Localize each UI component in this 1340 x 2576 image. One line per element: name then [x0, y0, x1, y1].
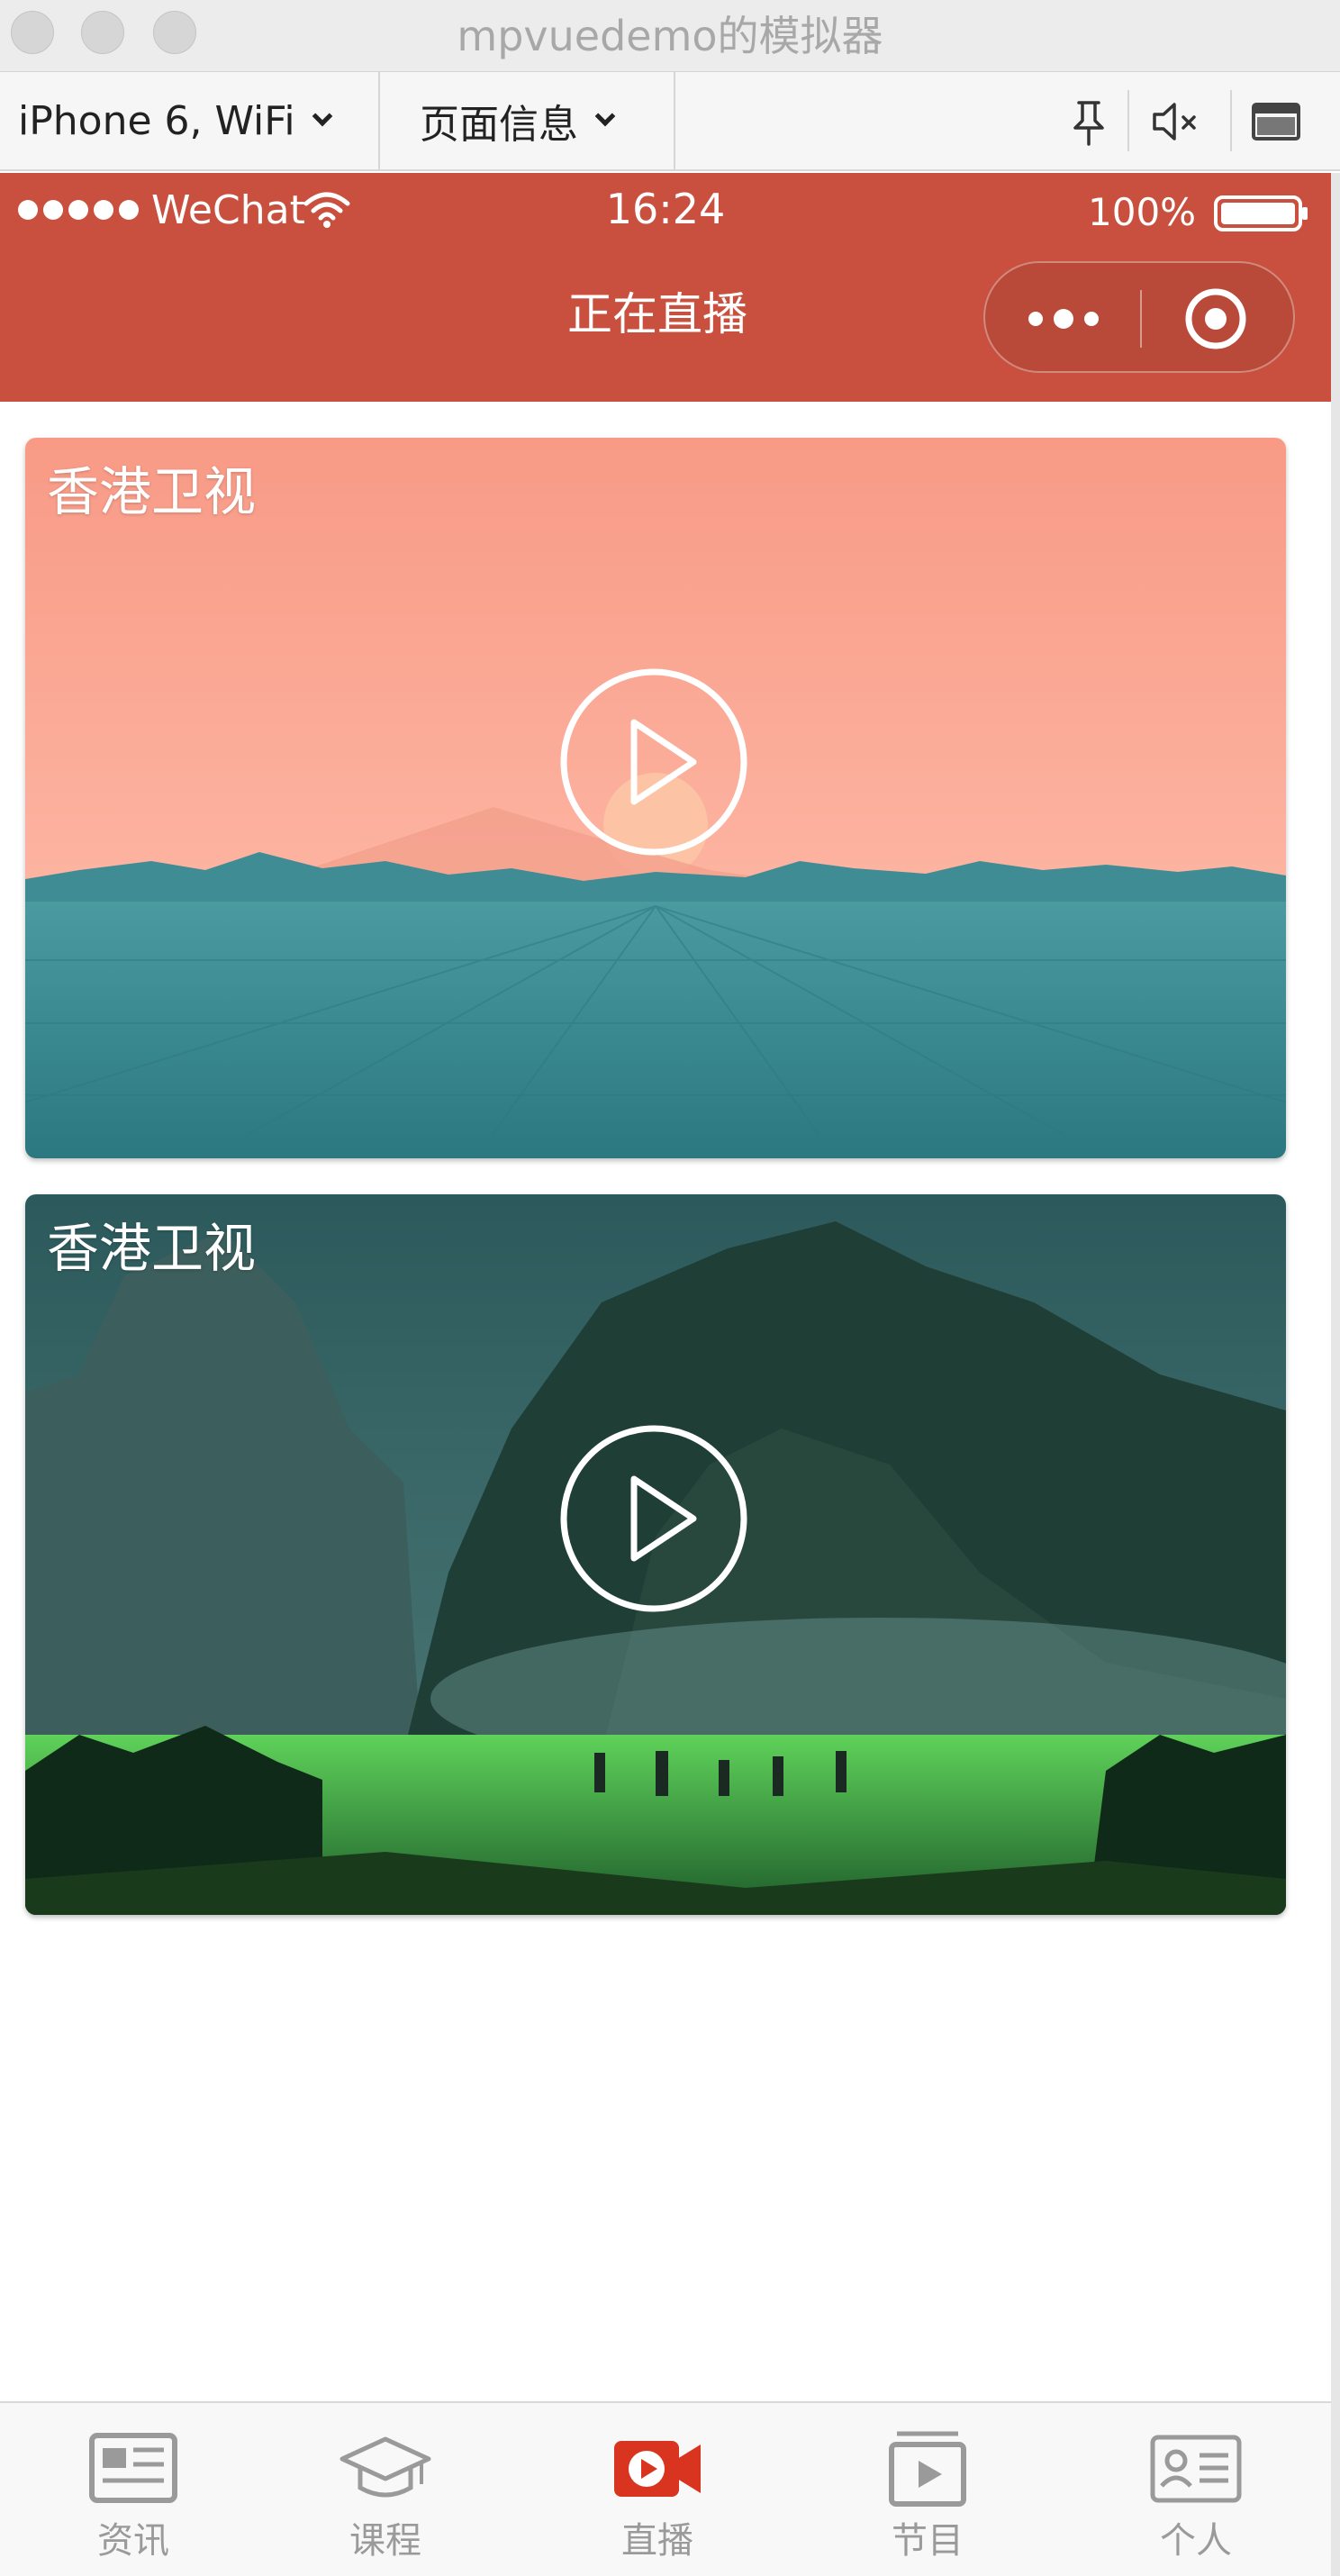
video-camera-icon [614, 2441, 701, 2497]
window-titlebar: mpvuedemo的模拟器 [0, 0, 1340, 72]
simulator-toolbar: iPhone 6, WiFi 页面信息 [0, 72, 1340, 171]
window-title: mpvuedemo的模拟器 [457, 12, 883, 60]
more-icon[interactable] [1023, 303, 1104, 335]
toolbar-divider [674, 72, 675, 169]
close-mini-program-icon[interactable] [1183, 286, 1248, 351]
toolbar-divider [378, 72, 380, 169]
channel-name: 香港卫视 [47, 1218, 257, 1279]
status-bar: WeChat 16:24 100% [0, 173, 1331, 247]
pin-icon[interactable] [1061, 94, 1117, 150]
simulator-window: mpvuedemo的模拟器 iPhone 6, WiFi 页面信息 WeChat… [0, 0, 1340, 2576]
capsule-divider [1140, 290, 1142, 348]
navigation-bar: 正在直播 [0, 247, 1331, 402]
tab-label: 课程 [349, 2520, 421, 2562]
tab-live[interactable]: 直播 [524, 2403, 791, 2576]
toolbar-divider [1230, 90, 1232, 151]
mute-icon[interactable] [1147, 94, 1203, 150]
tab-label: 直播 [621, 2520, 693, 2562]
bottom-tab-bar: 资讯 课程 直播 节目 个人 [0, 2401, 1331, 2576]
phone-header: WeChat 16:24 100% 正在直播 [0, 173, 1331, 402]
play-icon[interactable] [558, 667, 749, 857]
live-channel-card[interactable]: 香港卫视 [25, 438, 1286, 1158]
id-card-icon [1150, 2435, 1242, 2503]
tab-label: 节目 [892, 2520, 964, 2562]
battery-percentage: 100% [1088, 190, 1197, 234]
mini-program-capsule [983, 261, 1295, 373]
tab-courses[interactable]: 课程 [252, 2403, 519, 2576]
tab-label: 资讯 [97, 2520, 169, 2562]
toolbar-divider [1127, 90, 1129, 151]
battery-icon [1214, 195, 1308, 231]
news-icon [89, 2433, 177, 2503]
tab-label: 个人 [1160, 2520, 1232, 2562]
live-channel-card[interactable]: 香港卫视 [25, 1194, 1286, 1915]
channel-name: 香港卫视 [47, 461, 257, 522]
play-board-icon [889, 2431, 966, 2507]
tab-programs[interactable]: 节目 [794, 2403, 1061, 2576]
live-list: 香港卫视 香港卫视 [0, 402, 1331, 2401]
page-info-select[interactable]: 页面信息 [420, 72, 616, 169]
device-select[interactable]: iPhone 6, WiFi [18, 72, 332, 169]
chevron-down-icon [594, 105, 616, 127]
play-icon[interactable] [558, 1423, 749, 1614]
tab-news[interactable]: 资讯 [0, 2403, 267, 2576]
panel-icon[interactable] [1248, 94, 1304, 150]
graduation-cap-icon [340, 2436, 431, 2498]
chevron-down-icon [312, 105, 332, 127]
tab-profile[interactable]: 个人 [1063, 2403, 1329, 2576]
page-info-select-label: 页面信息 [420, 102, 578, 148]
window-edge [1331, 173, 1340, 2576]
device-select-label: iPhone 6, WiFi [18, 97, 295, 144]
